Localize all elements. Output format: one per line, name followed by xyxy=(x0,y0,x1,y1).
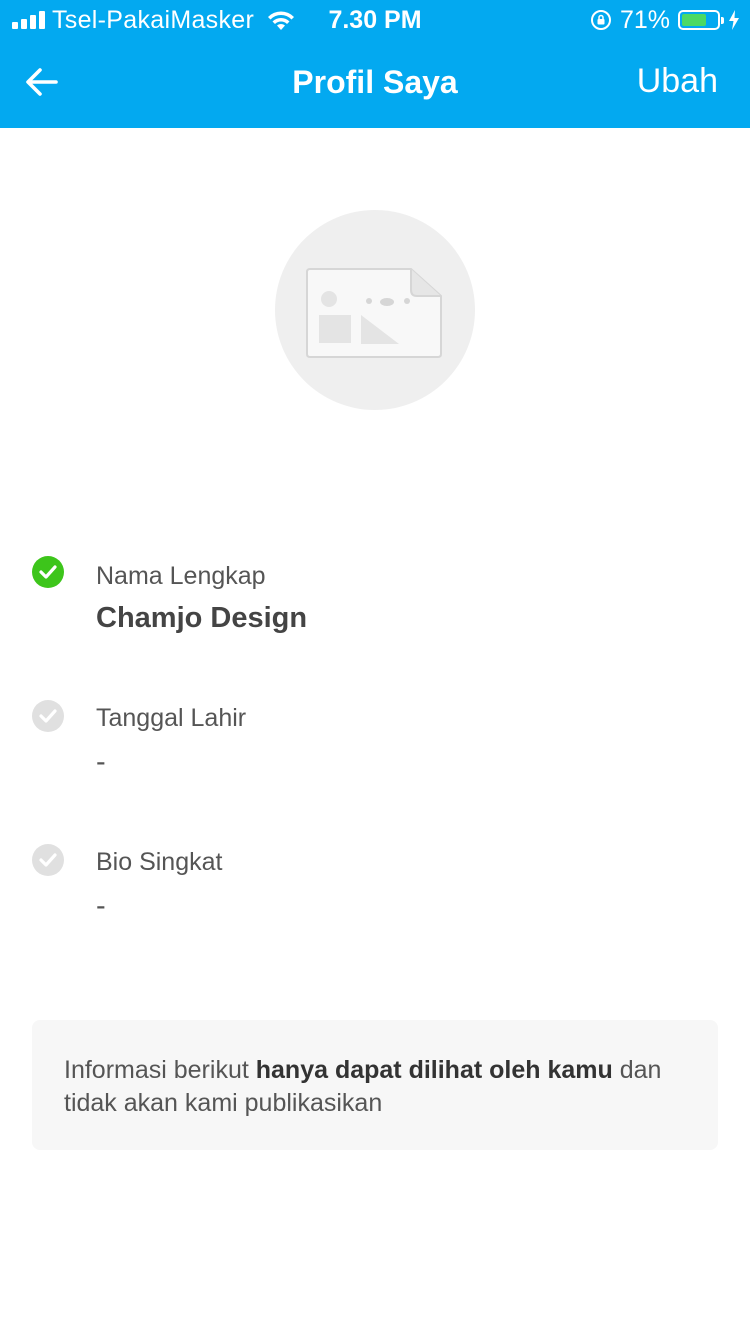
orientation-lock-icon xyxy=(590,10,611,30)
info-text: Informasi berikut xyxy=(64,1056,256,1084)
field-value: - xyxy=(96,746,106,778)
charging-icon xyxy=(729,10,739,30)
info-text-bold: hanya dapat dilihat oleh kamu xyxy=(255,1056,613,1084)
field-value: Chamjo Design xyxy=(96,602,308,634)
unverified-check-icon xyxy=(32,844,64,876)
battery-level-fill xyxy=(682,14,707,26)
battery-percent: 71% xyxy=(619,5,670,34)
field-label: Nama Lengkap xyxy=(96,562,266,590)
field-label: Bio Singkat xyxy=(96,848,223,876)
privacy-info-box: Informasi berikut hanya dapat dilihat ol… xyxy=(32,1020,718,1150)
verified-check-icon xyxy=(32,556,64,588)
status-bar: Tsel-PakaiMasker 7.30 PM 71% xyxy=(0,0,750,40)
field-label: Tanggal Lahir xyxy=(96,704,247,732)
image-placeholder-icon xyxy=(306,268,442,358)
battery-icon xyxy=(678,10,724,30)
unverified-check-icon xyxy=(32,700,64,732)
nav-bar: Profil Saya Ubah xyxy=(0,40,750,128)
status-right: 71% xyxy=(590,6,740,34)
edit-button[interactable]: Ubah xyxy=(637,62,718,101)
field-value: - xyxy=(96,890,106,922)
avatar[interactable] xyxy=(275,210,475,410)
